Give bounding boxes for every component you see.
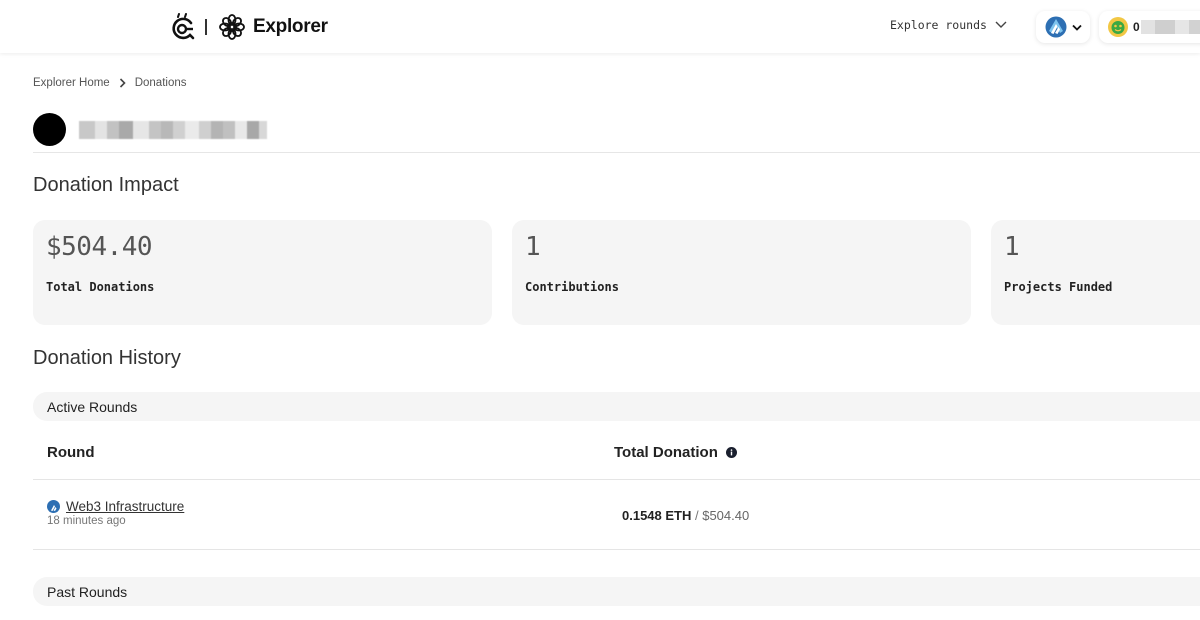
stat-label: Projects Funded	[1004, 280, 1113, 294]
donation-impact-title: Donation Impact	[33, 174, 179, 196]
stat-card-contributions: 1 Contributions	[512, 220, 971, 325]
breadcrumb: Explorer Home Donations	[33, 77, 187, 89]
profile-header	[33, 113, 267, 146]
past-rounds-header[interactable]: Past Rounds	[33, 577, 1200, 606]
donation-table-header: Round Total Donation	[33, 436, 1200, 480]
past-rounds-label: Past Rounds	[47, 583, 128, 600]
breadcrumb-donations[interactable]: Donations	[135, 77, 187, 89]
stat-card-total-donations: $504.40 Total Donations	[33, 220, 492, 325]
chevron-right-icon	[119, 78, 126, 88]
explorer-flower-icon	[219, 14, 245, 40]
active-rounds-header[interactable]: Active Rounds	[33, 392, 1200, 421]
amount-usd: $504.40	[702, 508, 750, 523]
column-header-round: Round	[47, 444, 94, 461]
profile-divider	[33, 152, 1200, 153]
round-name-link[interactable]: Web3 Infrastructure	[66, 499, 184, 514]
explore-rounds-dropdown[interactable]: Explore rounds	[890, 18, 1007, 32]
stat-card-projects-funded: 1 Projects Funded	[991, 220, 1200, 325]
app-logo[interactable]: Explorer	[170, 12, 328, 42]
chevron-down-icon	[995, 21, 1007, 28]
stat-value: $504.40	[46, 232, 153, 262]
donation-amount: 0.1548 ETH / $504.40	[622, 508, 749, 523]
profile-avatar	[33, 113, 66, 146]
network-selector-button[interactable]	[1036, 11, 1090, 43]
top-nav-bar: Explorer Explore rounds 0	[0, 0, 1200, 53]
stat-value: 1	[1004, 232, 1020, 262]
amount-separator: /	[691, 508, 703, 523]
wallet-account-button[interactable]: 0	[1099, 11, 1200, 43]
logo-text: Explorer	[253, 16, 328, 37]
gitcoin-logo-icon	[172, 13, 195, 40]
logo-divider	[205, 19, 207, 35]
column-label: Round	[47, 444, 95, 461]
wallet-address-redacted	[1140, 20, 1200, 34]
wallet-avatar-icon	[1108, 17, 1128, 37]
stat-label: Contributions	[525, 280, 619, 294]
arbitrum-chain-icon	[1045, 16, 1066, 38]
donation-time: 18 minutes ago	[47, 515, 126, 527]
chevron-down-icon	[1071, 24, 1082, 31]
amount-eth: 0.1548 ETH	[622, 508, 692, 523]
stat-label: Total Donations	[46, 280, 155, 294]
active-rounds-label: Active Rounds	[47, 398, 138, 415]
donation-history-title: Donation History	[33, 347, 181, 369]
breadcrumb-explorer-home[interactable]: Explorer Home	[33, 77, 110, 89]
stat-value: 1	[525, 232, 541, 262]
column-header-total-donation: Total Donation	[614, 444, 737, 461]
explore-rounds-label: Explore rounds	[890, 18, 987, 32]
round-cell: Web3 Infrastructure 18 minutes ago	[47, 499, 184, 527]
wallet-address-prefix: 0	[1133, 20, 1140, 34]
arbitrum-chain-icon	[47, 500, 60, 513]
profile-name-redacted	[79, 118, 267, 142]
table-row: Web3 Infrastructure 18 minutes ago 0.154…	[33, 480, 1200, 550]
column-label: Total Donation	[614, 444, 718, 461]
info-icon[interactable]	[725, 447, 737, 458]
